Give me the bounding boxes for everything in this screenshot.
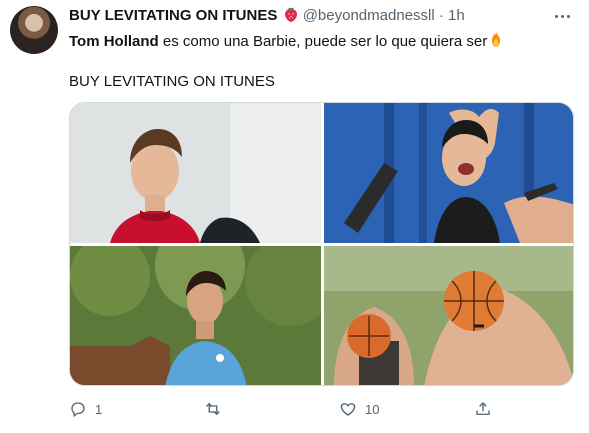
reply-button[interactable]: 1 <box>69 396 102 422</box>
timestamp[interactable]: 1h <box>448 7 465 24</box>
photo-bottom-left[interactable] <box>70 246 321 385</box>
reply-count: 1 <box>95 401 103 417</box>
share-icon <box>474 400 492 418</box>
heart-icon <box>339 400 357 418</box>
strawberry-icon <box>283 6 299 22</box>
display-name[interactable]: BUY LEVITATING ON ITUNES <box>69 7 277 24</box>
photo-top-right[interactable] <box>324 103 573 243</box>
reply-icon <box>69 400 87 418</box>
fire-icon <box>487 31 505 49</box>
like-button[interactable]: 10 <box>339 396 379 422</box>
share-button[interactable] <box>474 396 492 422</box>
mention-name: Tom Holland <box>69 33 159 50</box>
retweet-button[interactable] <box>204 396 230 422</box>
retweet-icon <box>204 400 222 418</box>
avatar[interactable] <box>10 6 58 54</box>
handle[interactable]: @beyondmadnessll <box>303 7 435 24</box>
photo-bottom-right[interactable] <box>324 246 573 385</box>
photo-grid[interactable] <box>69 102 574 386</box>
tweet-header: BUY LEVITATING ON ITUNES @beyondmadnessl… <box>69 6 465 24</box>
tweet[interactable]: BUY LEVITATING ON ITUNES @beyondmadnessl… <box>0 0 589 433</box>
tweet-text: Tom Holland es como una Barbie, puede se… <box>69 31 505 52</box>
like-count: 10 <box>365 401 380 417</box>
photo-top-left[interactable] <box>70 103 321 243</box>
separator-dot: · <box>438 7 444 24</box>
tweet-text-line2: BUY LEVITATING ON ITUNES <box>69 73 275 90</box>
tweet-text-rest: es como una Barbie, puede ser lo que qui… <box>158 33 488 50</box>
tweet-actions: 1 10 <box>69 396 574 422</box>
more-icon[interactable] <box>551 7 573 25</box>
